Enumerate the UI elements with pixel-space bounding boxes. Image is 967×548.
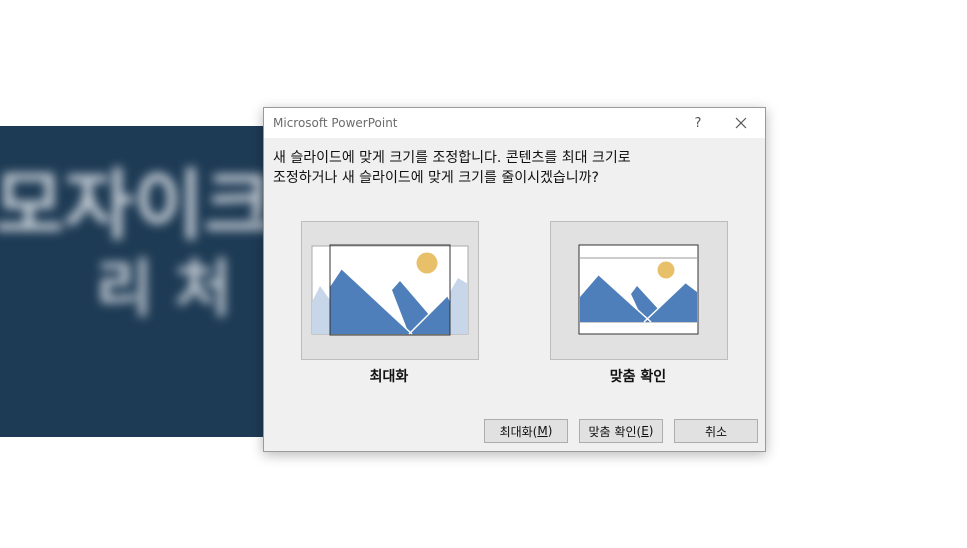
- maximize-button-end: ): [547, 424, 553, 438]
- help-button[interactable]: ?: [678, 108, 718, 138]
- maximize-button-text: 최대화(: [499, 424, 538, 439]
- maximize-option-label: 최대화: [369, 369, 409, 385]
- fit-option-label: 맞춤 확인: [609, 369, 667, 385]
- blurred-slide-background: 모자이크 리 처: [0, 126, 264, 437]
- resize-dialog: Microsoft PowerPoint ? 새 슬라이드에 맞게 크기를 조정…: [263, 107, 766, 452]
- fit-option-tile[interactable]: [550, 221, 728, 360]
- fit-preview-icon: [578, 244, 699, 335]
- fit-button[interactable]: 맞춤 확인(E): [579, 419, 663, 443]
- dialog-message: 새 슬라이드에 맞게 크기를 조정합니다. 콘텐츠를 최대 크기로 조정하거나 …: [273, 148, 743, 188]
- maximize-preview-icon: [311, 244, 469, 336]
- fit-button-text: 맞춤 확인(: [588, 424, 642, 439]
- slide-title-line-2: 리 처: [96, 252, 232, 325]
- message-line-2: 조정하거나 새 슬라이드에 맞게 크기를 줄이시겠습니까?: [273, 170, 599, 186]
- maximize-button[interactable]: 최대화(M): [484, 419, 568, 443]
- maximize-button-accesskey: M: [537, 424, 548, 438]
- close-button[interactable]: [721, 108, 761, 138]
- maximize-option-tile[interactable]: [301, 221, 479, 360]
- cancel-button[interactable]: 취소: [674, 419, 758, 443]
- fit-button-accesskey: E: [641, 424, 649, 438]
- dialog-titlebar: Microsoft PowerPoint ?: [264, 108, 765, 138]
- message-line-1: 새 슬라이드에 맞게 크기를 조정합니다. 콘텐츠를 최대 크기로: [273, 150, 631, 166]
- close-icon: [735, 117, 747, 129]
- fit-button-end: ): [648, 424, 654, 438]
- dialog-title: Microsoft PowerPoint: [273, 116, 398, 130]
